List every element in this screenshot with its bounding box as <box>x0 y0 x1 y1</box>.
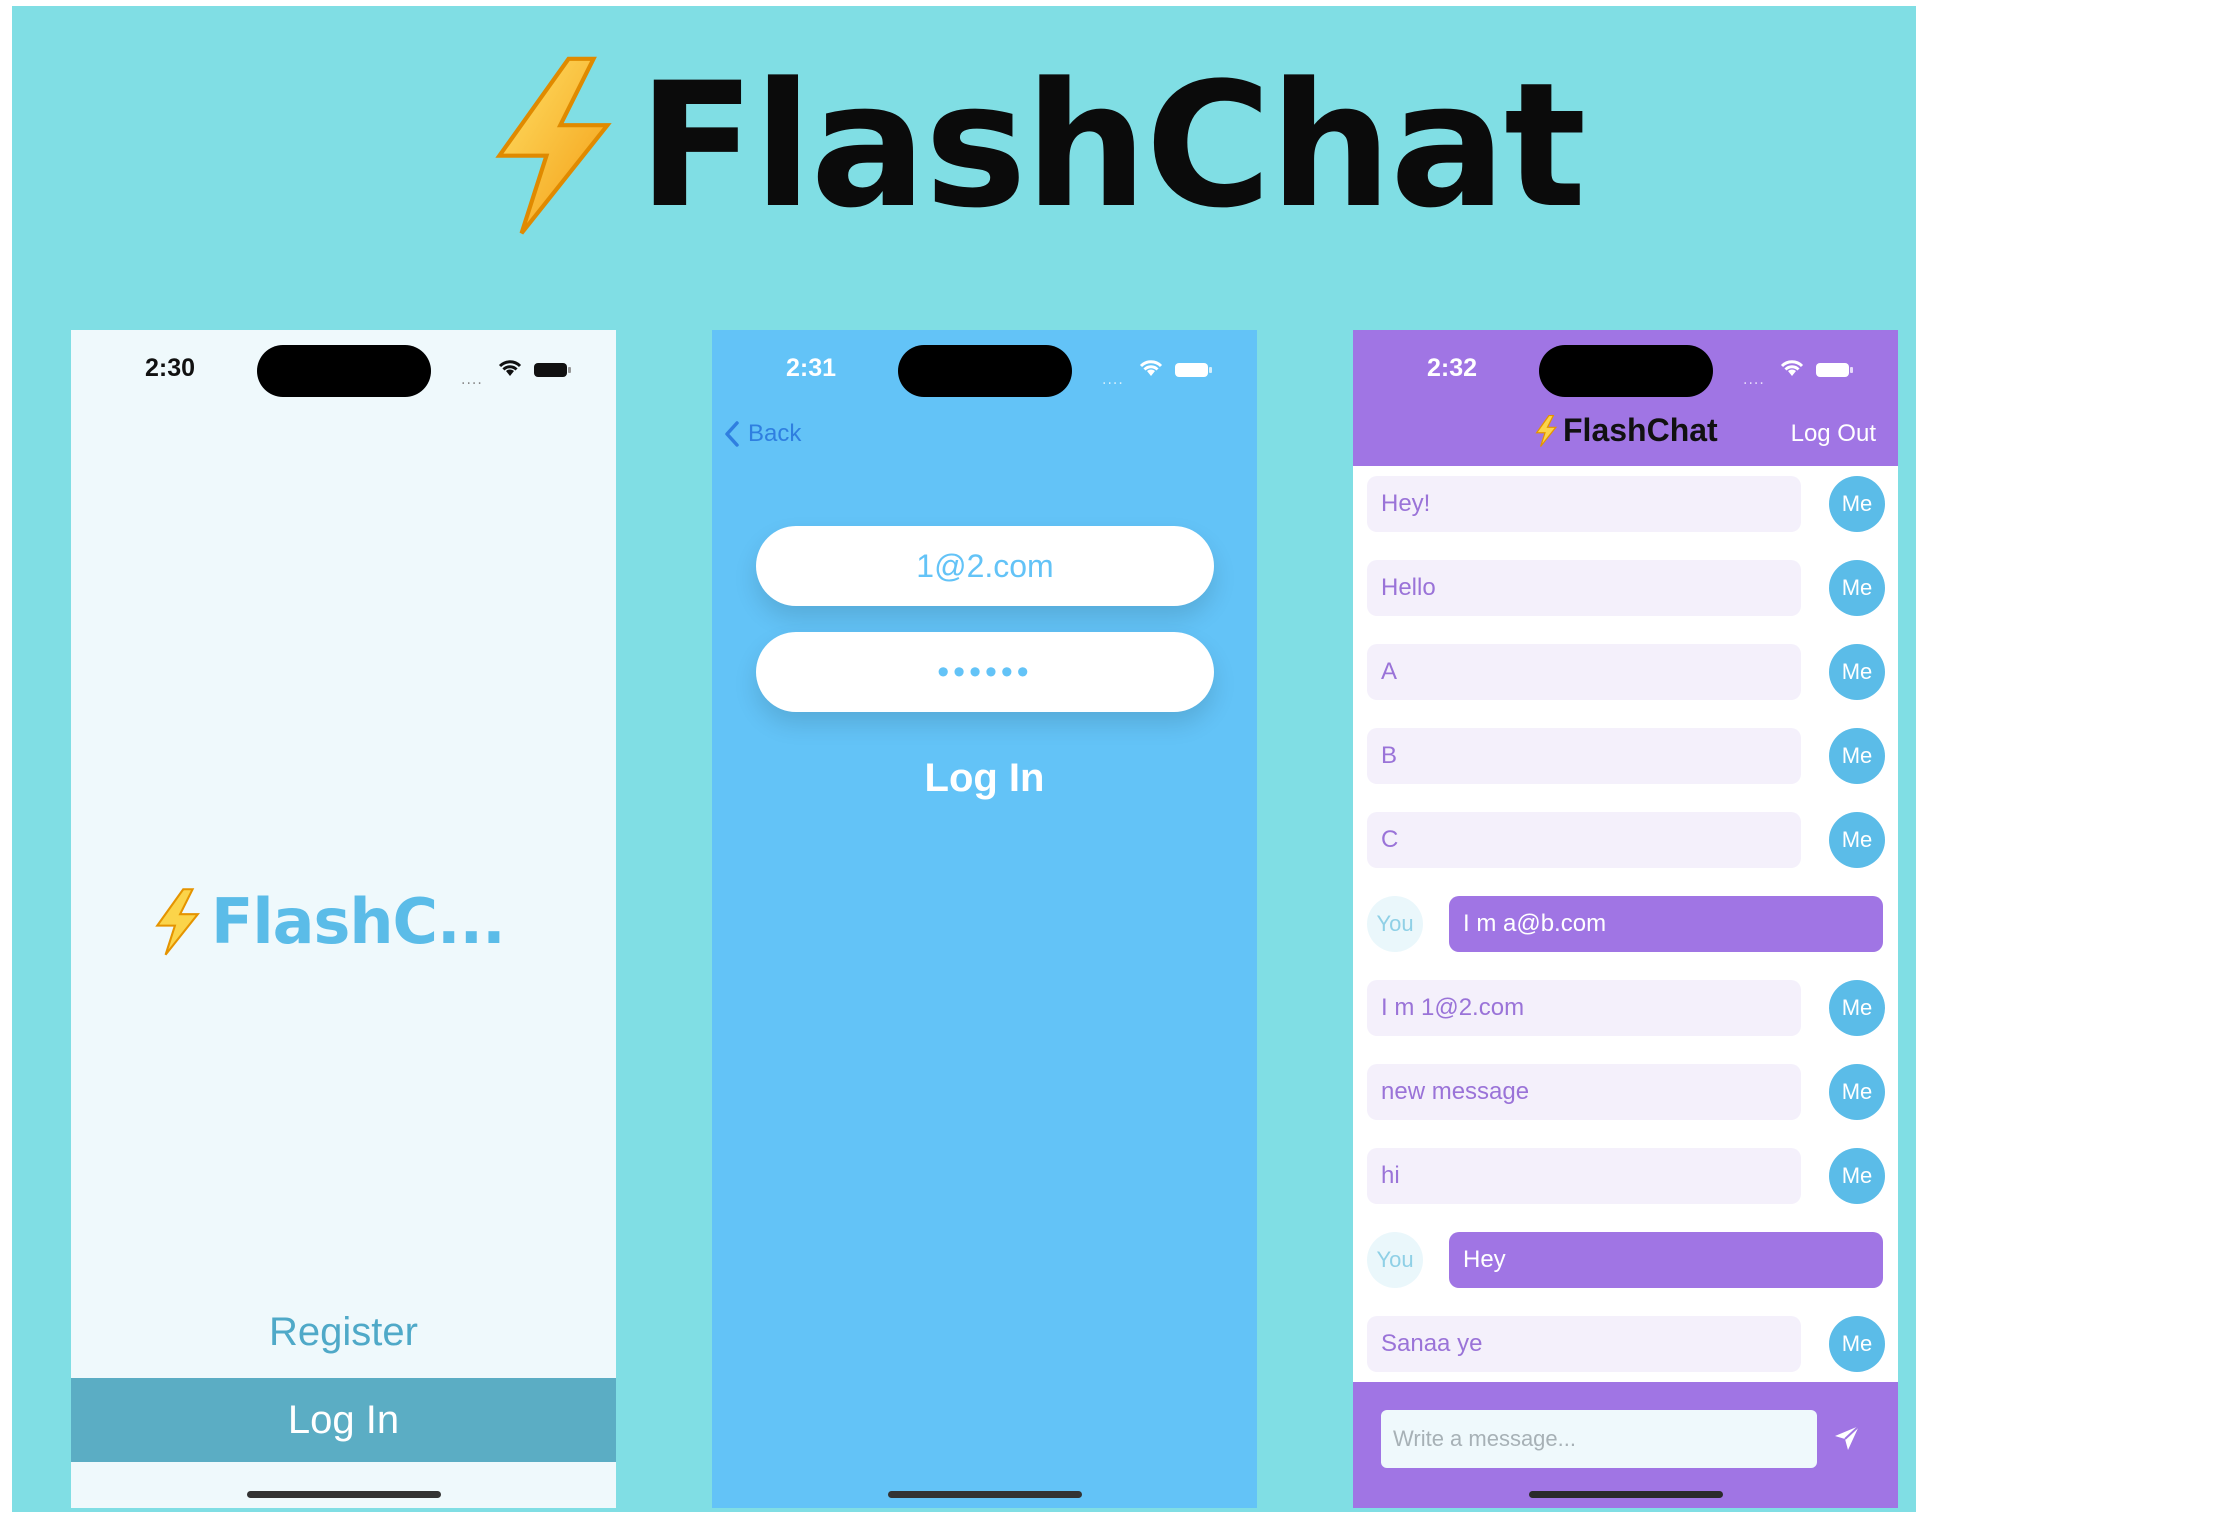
lightning-bolt-icon <box>482 56 622 236</box>
dynamic-island <box>898 345 1072 397</box>
message-row: Hey! Me <box>1353 466 1898 550</box>
sender-avatar: Me <box>1829 980 1885 1036</box>
paper-plane-icon <box>1833 1424 1861 1456</box>
sender-avatar: You <box>1367 1232 1423 1288</box>
message-row: new message Me <box>1353 1054 1898 1138</box>
sender-avatar: Me <box>1829 476 1885 532</box>
sender-avatar: Me <box>1829 728 1885 784</box>
status-bar: 2:31 .... <box>712 330 1257 420</box>
lightning-bolt-icon <box>1533 414 1559 447</box>
nav-title: FlashChat <box>1533 412 1718 449</box>
message-row: hi Me <box>1353 1138 1898 1222</box>
home-indicator <box>247 1491 441 1498</box>
message-row: Hey You <box>1353 1222 1898 1306</box>
message-bubble: I m 1@2.com <box>1367 980 1801 1036</box>
battery-icon <box>1815 361 1855 379</box>
password-field[interactable]: •••••• <box>756 632 1214 712</box>
sender-avatar: Me <box>1829 644 1885 700</box>
message-bubble: Hello <box>1367 560 1801 616</box>
message-row: Sanaa ye Me <box>1353 1306 1898 1390</box>
message-row: I m a@b.com You <box>1353 886 1898 970</box>
message-row: I m 1@2.com Me <box>1353 970 1898 1054</box>
chevron-left-icon <box>724 420 748 448</box>
banner-title: FlashChat <box>482 45 1586 246</box>
home-indicator <box>1529 1491 1723 1498</box>
lightning-bolt-icon <box>151 887 203 956</box>
dynamic-island <box>257 345 431 397</box>
back-label: Back <box>748 420 802 447</box>
login-screen: 2:31 .... Back 1@2.com •••••• Log In <box>712 330 1257 1508</box>
cellular-signal-icon: .... <box>461 372 483 388</box>
message-list[interactable]: Hey! Me Hello Me A Me B Me C Me I m a@b.com You I m … <box>1353 466 1898 1466</box>
home-indicator <box>888 1491 1082 1498</box>
logout-button[interactable]: Log Out <box>1791 420 1876 448</box>
status-time: 2:30 <box>145 354 196 382</box>
message-bubble: C <box>1367 812 1801 868</box>
status-bar: 2:30 .... <box>71 330 616 420</box>
chat-screen: 2:32 .... FlashChat Log Out Hey! Me Hell… <box>1353 330 1898 1508</box>
nav-title-text: FlashChat <box>1563 412 1718 448</box>
sender-avatar: Me <box>1829 1148 1885 1204</box>
message-row: C Me <box>1353 802 1898 886</box>
composer-bar <box>1353 1382 1898 1508</box>
dynamic-island <box>1539 345 1713 397</box>
message-input[interactable] <box>1381 1410 1817 1468</box>
login-button[interactable]: Log In <box>712 756 1257 801</box>
message-bubble: Hey! <box>1367 476 1801 532</box>
message-row: Hello Me <box>1353 550 1898 634</box>
message-bubble: Hey <box>1449 1232 1883 1288</box>
back-button[interactable]: Back <box>724 420 801 448</box>
welcome-screen: 2:30 .... FlashC... Register Log In <box>71 330 616 1508</box>
wifi-icon <box>1779 358 1805 378</box>
message-bubble: new message <box>1367 1064 1801 1120</box>
sender-avatar: Me <box>1829 560 1885 616</box>
battery-icon <box>533 361 573 379</box>
status-time: 2:31 <box>786 354 837 382</box>
message-bubble: hi <box>1367 1148 1801 1204</box>
welcome-logo: FlashC... <box>151 885 506 958</box>
cellular-signal-icon: .... <box>1102 372 1124 388</box>
message-bubble: I m a@b.com <box>1449 896 1883 952</box>
email-field[interactable]: 1@2.com <box>756 526 1214 606</box>
sender-avatar: Me <box>1829 812 1885 868</box>
message-bubble: A <box>1367 644 1801 700</box>
login-button[interactable]: Log In <box>71 1378 616 1462</box>
status-time: 2:32 <box>1427 354 1478 382</box>
wifi-icon <box>497 358 523 378</box>
status-bar: 2:32 .... <box>1353 330 1898 420</box>
welcome-title: FlashC... <box>211 885 506 958</box>
battery-icon <box>1174 361 1214 379</box>
app-title: FlashChat <box>638 45 1586 246</box>
canvas: FlashChat 2:30 .... FlashC... Register L… <box>0 0 2238 1518</box>
message-row: A Me <box>1353 634 1898 718</box>
wifi-icon <box>1138 358 1164 378</box>
message-bubble: Sanaa ye <box>1367 1316 1801 1372</box>
sender-avatar: Me <box>1829 1316 1885 1372</box>
message-bubble: B <box>1367 728 1801 784</box>
sender-avatar: You <box>1367 896 1423 952</box>
register-button[interactable]: Register <box>71 1310 616 1355</box>
chat-header: 2:32 .... FlashChat Log Out <box>1353 330 1898 466</box>
sender-avatar: Me <box>1829 1064 1885 1120</box>
send-button[interactable] <box>1823 1416 1871 1464</box>
banner: FlashChat 2:30 .... FlashC... Register L… <box>12 6 1916 1512</box>
cellular-signal-icon: .... <box>1743 372 1765 388</box>
message-row: B Me <box>1353 718 1898 802</box>
